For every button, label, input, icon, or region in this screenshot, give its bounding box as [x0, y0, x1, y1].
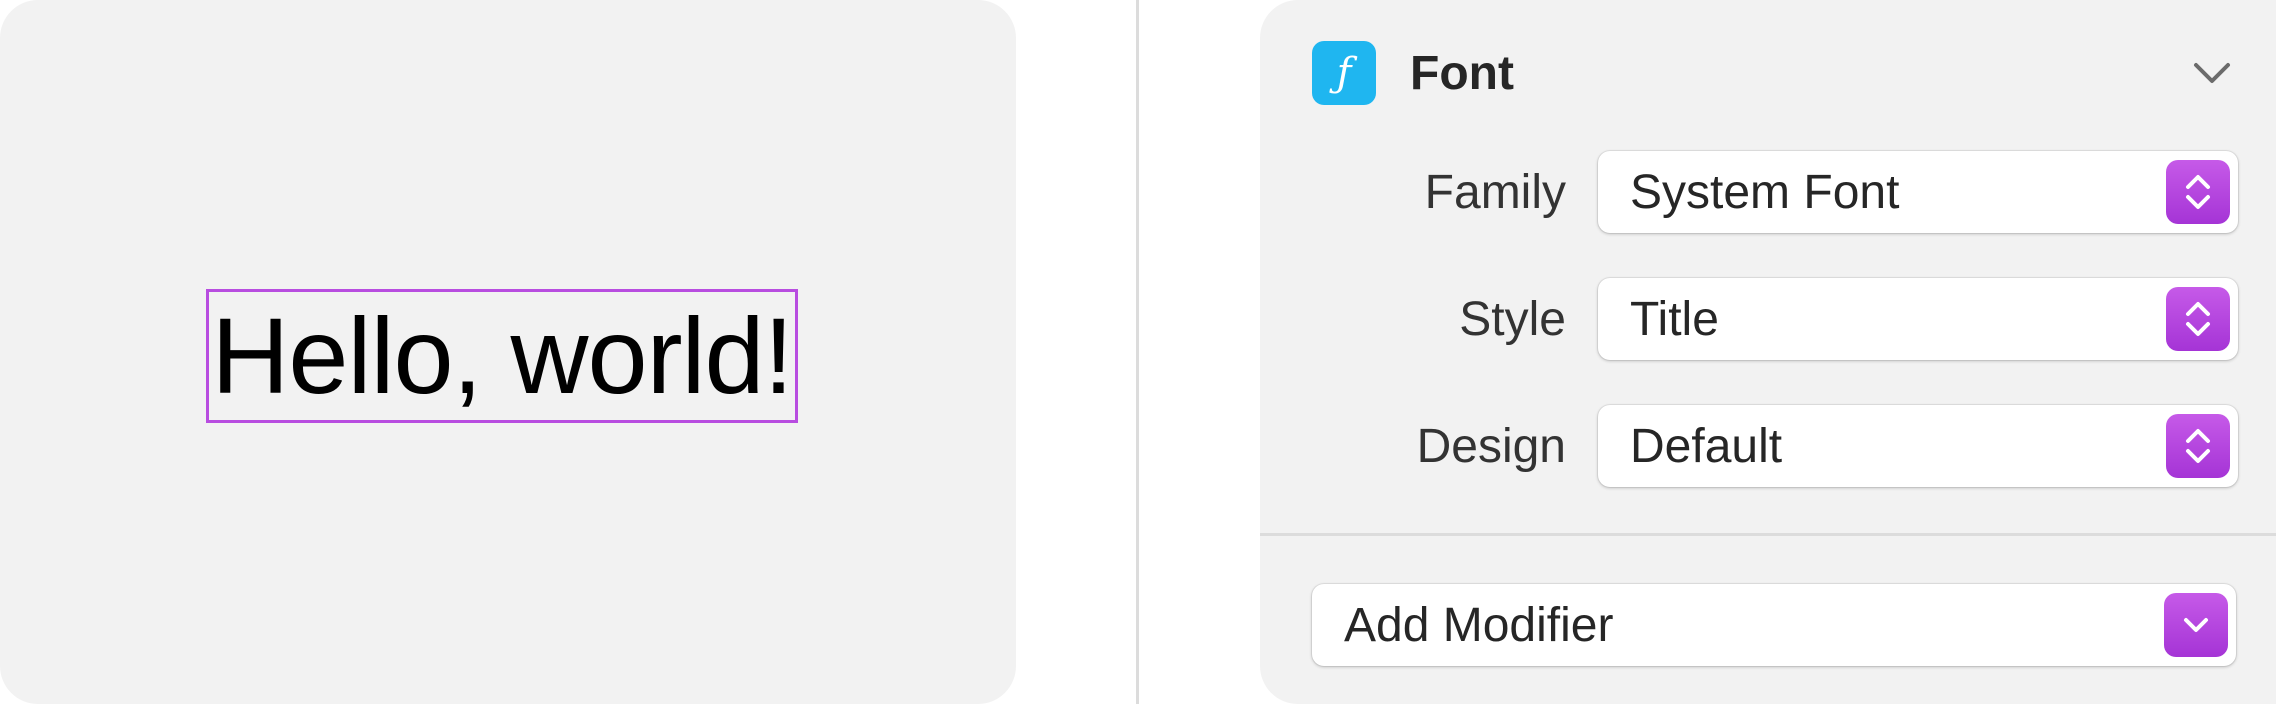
add-modifier-popup[interactable]: Add Modifier	[1312, 584, 2236, 666]
style-row: Style Title	[1260, 277, 2238, 361]
font-badge-glyph: ƒ	[1336, 50, 1352, 96]
up-down-chevron-icon	[2166, 414, 2230, 478]
design-popup[interactable]: Default	[1598, 405, 2238, 487]
family-popup[interactable]: System Font	[1598, 151, 2238, 233]
inspector-panel: ƒ Font Family System Font Style Title De…	[1260, 0, 2276, 704]
design-row: Design Default	[1260, 404, 2238, 488]
family-row: Family System Font	[1260, 150, 2238, 234]
preview-canvas: Hello, world!	[0, 0, 1016, 704]
preview-text: Hello, world!	[211, 295, 793, 416]
up-down-chevron-icon	[2166, 160, 2230, 224]
section-title: Font	[1410, 46, 1514, 100]
selected-text-view[interactable]: Hello, world!	[206, 289, 798, 423]
family-value: System Font	[1630, 165, 1900, 219]
f-italic-icon: ƒ	[1312, 41, 1376, 105]
design-value: Default	[1630, 419, 1783, 473]
font-section-header: ƒ Font	[1312, 40, 2236, 106]
chevron-down-icon	[2164, 593, 2228, 657]
up-down-chevron-icon	[2166, 287, 2230, 351]
pane-divider[interactable]	[1136, 0, 1139, 704]
app-root: Hello, world! ƒ Font Family System Font	[0, 0, 2276, 704]
style-popup[interactable]: Title	[1598, 278, 2238, 360]
design-label: Design	[1416, 419, 1566, 473]
style-label: Style	[1459, 292, 1566, 346]
add-modifier-label: Add Modifier	[1344, 598, 1614, 652]
style-value: Title	[1630, 292, 1719, 346]
section-divider	[1260, 533, 2276, 536]
collapse-chevron-icon[interactable]	[2188, 49, 2236, 97]
family-label: Family	[1424, 165, 1566, 219]
